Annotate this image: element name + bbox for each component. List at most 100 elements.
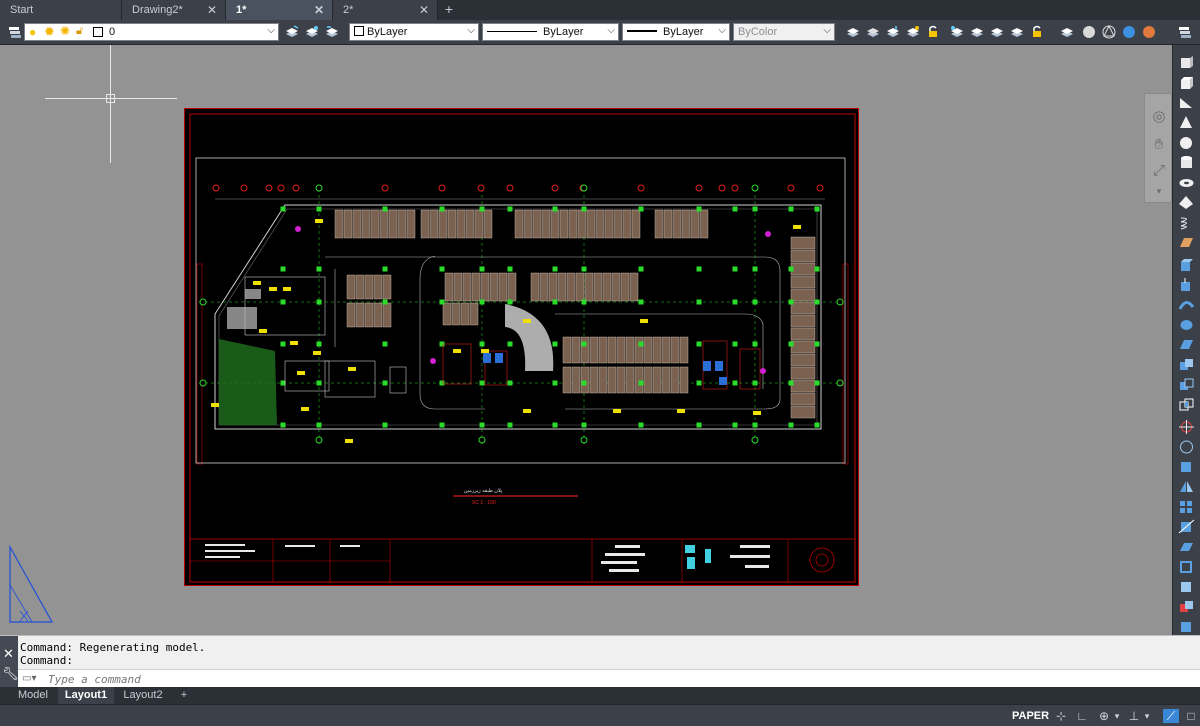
pyramid-icon[interactable]: [1178, 195, 1195, 210]
pan-hand-icon[interactable]: ✋︎: [1150, 136, 1168, 154]
box-icon[interactable]: [1178, 75, 1195, 90]
torus-icon[interactable]: [1178, 175, 1195, 190]
layer-freeze-icon[interactable]: [886, 25, 900, 39]
isodraft-icon[interactable]: ⊥: [1126, 709, 1142, 723]
recent-commands-icon[interactable]: ▭▾: [22, 673, 36, 684]
color-combo[interactable]: ByLayer ⌵: [349, 23, 479, 41]
realistic-icon[interactable]: [1142, 25, 1156, 39]
steering-wheel-icon[interactable]: ◎: [1150, 108, 1168, 126]
shell-icon[interactable]: [1178, 559, 1195, 574]
layer-unisolate-icon[interactable]: [866, 25, 880, 39]
subtract-icon[interactable]: [1178, 377, 1195, 392]
chevron-down-icon[interactable]: ⌵: [607, 25, 615, 36]
drawing-canvas[interactable]: پلان طبقه زیرزمین SC 1 : 100 ◎ ✋︎ ⤢ ▾: [0, 45, 1172, 635]
chevron-down-icon[interactable]: ▾: [1112, 709, 1122, 723]
wireframe-icon[interactable]: [1102, 25, 1116, 39]
tab-layout1[interactable]: Layout1: [58, 687, 114, 704]
linetype-combo[interactable]: ByLayer ⌵: [482, 23, 619, 41]
tab-start[interactable]: Start: [0, 0, 122, 20]
polysolid-icon[interactable]: [1178, 55, 1195, 70]
tab-drawing2[interactable]: Drawing2* ✕: [122, 0, 226, 20]
parking-stall: [532, 209, 542, 239]
presspull-icon[interactable]: [1178, 277, 1195, 292]
interfere-icon[interactable]: [1178, 599, 1195, 614]
3d-align-icon[interactable]: [1178, 459, 1195, 474]
3d-rotate-icon[interactable]: [1178, 439, 1195, 454]
object-snap-icon[interactable]: ⟋: [1163, 709, 1179, 723]
intersect-icon[interactable]: [1178, 397, 1195, 412]
close-icon[interactable]: ✕: [314, 3, 324, 17]
chevron-down-icon[interactable]: ⌵: [267, 25, 275, 36]
helix-icon[interactable]: [1178, 215, 1195, 230]
close-icon[interactable]: ✕: [419, 3, 429, 17]
tab-2[interactable]: 2* ✕: [333, 0, 438, 20]
shaded-icon[interactable]: [1122, 25, 1136, 39]
cone-icon[interactable]: [1178, 115, 1195, 130]
chevron-down-icon[interactable]: ⌵: [467, 25, 475, 36]
layer-lock-toggle-icon[interactable]: [1030, 25, 1044, 39]
parking-stall: [498, 272, 508, 302]
layer-combo[interactable]: ● ✹ ✺ 🔓︎ 0 ⌵: [24, 23, 279, 41]
layer-lock-icon[interactable]: [926, 25, 940, 39]
layer-merge-icon[interactable]: [990, 25, 1004, 39]
layer-off-icon[interactable]: [906, 25, 920, 39]
sweep-icon[interactable]: [1178, 297, 1195, 312]
layout-sheet[interactable]: پلان طبقه زیرزمین SC 1 : 100: [184, 108, 859, 586]
tab-model[interactable]: Model: [10, 687, 56, 704]
layer-delete-icon[interactable]: [970, 25, 984, 39]
section-plane-icon[interactable]: [1178, 579, 1195, 594]
layer-isolate-icon[interactable]: [846, 25, 860, 39]
layer-walk-icon[interactable]: [950, 25, 964, 39]
grid-icon[interactable]: ⊹: [1053, 709, 1069, 723]
parking-stall: [679, 336, 689, 364]
nav-chevron-down-icon[interactable]: ▾: [1150, 182, 1168, 200]
wedge-icon[interactable]: [1178, 95, 1195, 110]
column: [581, 299, 587, 305]
revolve-icon[interactable]: [1178, 317, 1195, 332]
extrude-icon[interactable]: [1178, 257, 1195, 272]
sphere-icon[interactable]: [1178, 135, 1195, 150]
customize-wrench-icon[interactable]: 🔧︎: [2, 666, 19, 682]
lineweight-combo[interactable]: ByLayer ⌵: [622, 23, 730, 41]
snap-icon[interactable]: ∟: [1074, 709, 1090, 723]
visual-style-icon[interactable]: [1082, 25, 1096, 39]
chevron-down-icon[interactable]: ⌵: [718, 25, 726, 36]
union-icon[interactable]: [1178, 357, 1195, 372]
parking-stall: [625, 336, 635, 364]
polar-icon[interactable]: ⊕: [1096, 709, 1112, 723]
slice-icon[interactable]: [1178, 519, 1195, 534]
3d-mirror-icon[interactable]: [1178, 479, 1195, 494]
parking-stall: [442, 302, 452, 326]
tab-1[interactable]: 1* ✕: [226, 0, 333, 20]
make-current-layer-icon[interactable]: [285, 25, 299, 39]
paper-space-toggle[interactable]: PAPER: [1012, 710, 1049, 722]
loft-icon[interactable]: [1178, 337, 1195, 352]
new-layout-plus-icon[interactable]: +: [174, 687, 194, 704]
layer-copy-icon[interactable]: [1010, 25, 1024, 39]
chevron-down-icon[interactable]: ▾: [1142, 709, 1152, 723]
planar-surface-icon[interactable]: [1178, 235, 1195, 250]
osnap-icon[interactable]: □: [1183, 709, 1199, 723]
cylinder-icon[interactable]: [1178, 155, 1195, 170]
linetype-value: ByLayer: [543, 26, 584, 38]
layer-thaw-icon[interactable]: [1060, 25, 1074, 39]
previous-layer-icon[interactable]: [325, 25, 339, 39]
column: [439, 380, 445, 386]
thicken-icon[interactable]: [1178, 539, 1195, 554]
convert-icon[interactable]: [1178, 619, 1195, 634]
column: [280, 266, 286, 272]
3d-move-icon[interactable]: [1178, 419, 1195, 434]
layer-properties-icon[interactable]: [1178, 25, 1192, 39]
zoom-extents-icon[interactable]: ⤢: [1150, 162, 1168, 180]
plot-style-combo[interactable]: ByColor ⌵: [733, 23, 835, 41]
chevron-down-icon[interactable]: ⌵: [823, 25, 831, 36]
parking-stall: [469, 302, 479, 326]
3d-array-icon[interactable]: [1178, 499, 1195, 514]
command-input[interactable]: [48, 672, 948, 687]
close-icon[interactable]: ✕: [207, 3, 217, 17]
new-tab-plus-icon[interactable]: +: [438, 0, 460, 20]
match-layer-icon[interactable]: [305, 25, 319, 39]
tab-layout2[interactable]: Layout2: [116, 687, 170, 704]
layer-properties-icon[interactable]: [8, 25, 22, 39]
close-icon[interactable]: ✕: [3, 646, 14, 662]
